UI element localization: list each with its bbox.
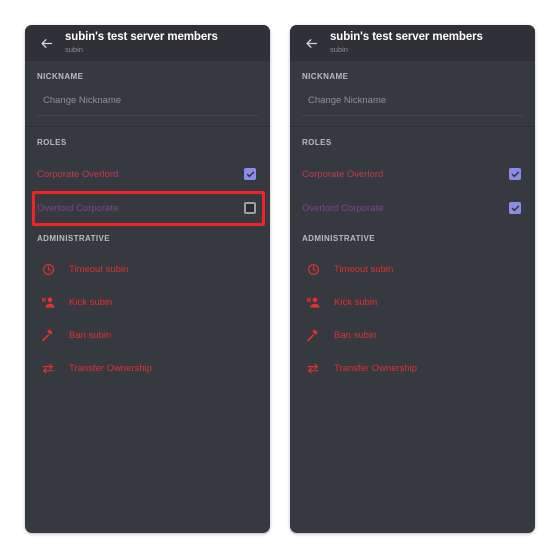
administrative-list: Timeout subin Kick subin Ban subin Trans… [25, 251, 270, 385]
admin-action-ban[interactable]: Ban subin [25, 319, 270, 352]
nickname-block: Change Nickname [25, 89, 270, 116]
header-text: subin's test server members subin [330, 32, 483, 54]
role-checkbox[interactable] [244, 202, 256, 214]
role-label: Corporate Overlord [302, 168, 384, 180]
gavel-icon [37, 329, 59, 343]
panel-header: subin's test server members subin [25, 25, 270, 61]
admin-action-label: Timeout subin [334, 264, 394, 275]
role-checkbox[interactable] [244, 168, 256, 180]
screenshot-stage: subin's test server members subin NICKNA… [0, 0, 560, 560]
admin-action-label: Transfer Ownership [69, 363, 153, 374]
role-label: Overlord Corporate [37, 202, 119, 214]
section-label-roles: ROLES [37, 138, 67, 147]
member-panel-left: subin's test server members subin NICKNA… [25, 25, 270, 533]
clock-icon [37, 263, 59, 276]
admin-action-label: Kick subin [334, 297, 378, 308]
role-label: Overlord Corporate [302, 202, 384, 214]
role-row[interactable]: Overlord Corporate [290, 193, 535, 223]
back-arrow-icon[interactable] [35, 32, 57, 54]
role-checkbox[interactable] [509, 202, 521, 214]
section-label-nickname: NICKNAME [37, 72, 84, 81]
role-row[interactable]: Corporate Overlord [290, 159, 535, 189]
section-label-administrative: ADMINISTRATIVE [302, 234, 376, 243]
admin-action-kick[interactable]: Kick subin [290, 286, 535, 319]
clock-icon [302, 263, 324, 276]
admin-action-label: Transfer Ownership [334, 363, 418, 374]
role-checkbox[interactable] [509, 168, 521, 180]
admin-action-kick[interactable]: Kick subin [25, 286, 270, 319]
nickname-block: Change Nickname [290, 89, 535, 116]
nickname-input[interactable]: Change Nickname [302, 89, 523, 116]
role-row[interactable]: Overlord Corporate [25, 191, 270, 226]
admin-action-ban[interactable]: Ban subin [290, 319, 535, 352]
administrative-list: Timeout subin Kick subin Ban subin Trans… [290, 251, 535, 385]
admin-action-label: Kick subin [69, 297, 113, 308]
admin-action-timeout[interactable]: Timeout subin [290, 253, 535, 286]
gavel-icon [302, 329, 324, 343]
page-title: subin's test server members [330, 31, 483, 44]
page-subtitle: subin [65, 45, 83, 55]
admin-action-timeout[interactable]: Timeout subin [25, 253, 270, 286]
admin-action-transfer-ownership[interactable]: Transfer Ownership [25, 352, 270, 385]
nickname-input[interactable]: Change Nickname [37, 89, 258, 116]
admin-action-label: Timeout subin [69, 264, 129, 275]
page-subtitle: subin [330, 45, 348, 55]
admin-action-label: Ban subin [334, 330, 377, 341]
section-label-roles: ROLES [302, 138, 332, 147]
role-label: Corporate Overlord [37, 168, 119, 180]
panel-body: NICKNAME Change Nickname ROLES Corporate… [290, 61, 535, 385]
person-remove-icon [37, 296, 59, 310]
transfer-arrows-icon [37, 362, 59, 375]
page-title: subin's test server members [65, 31, 218, 44]
member-panel-right: subin's test server members subin NICKNA… [290, 25, 535, 533]
person-remove-icon [302, 296, 324, 310]
role-row[interactable]: Corporate Overlord [25, 159, 270, 189]
panel-header: subin's test server members subin [290, 25, 535, 61]
admin-action-label: Ban subin [69, 330, 112, 341]
admin-action-transfer-ownership[interactable]: Transfer Ownership [290, 352, 535, 385]
panel-body: NICKNAME Change Nickname ROLES Corporate… [25, 61, 270, 385]
section-label-administrative: ADMINISTRATIVE [37, 234, 111, 243]
back-arrow-icon[interactable] [300, 32, 322, 54]
section-label-nickname: NICKNAME [302, 72, 349, 81]
header-text: subin's test server members subin [65, 32, 218, 54]
transfer-arrows-icon [302, 362, 324, 375]
